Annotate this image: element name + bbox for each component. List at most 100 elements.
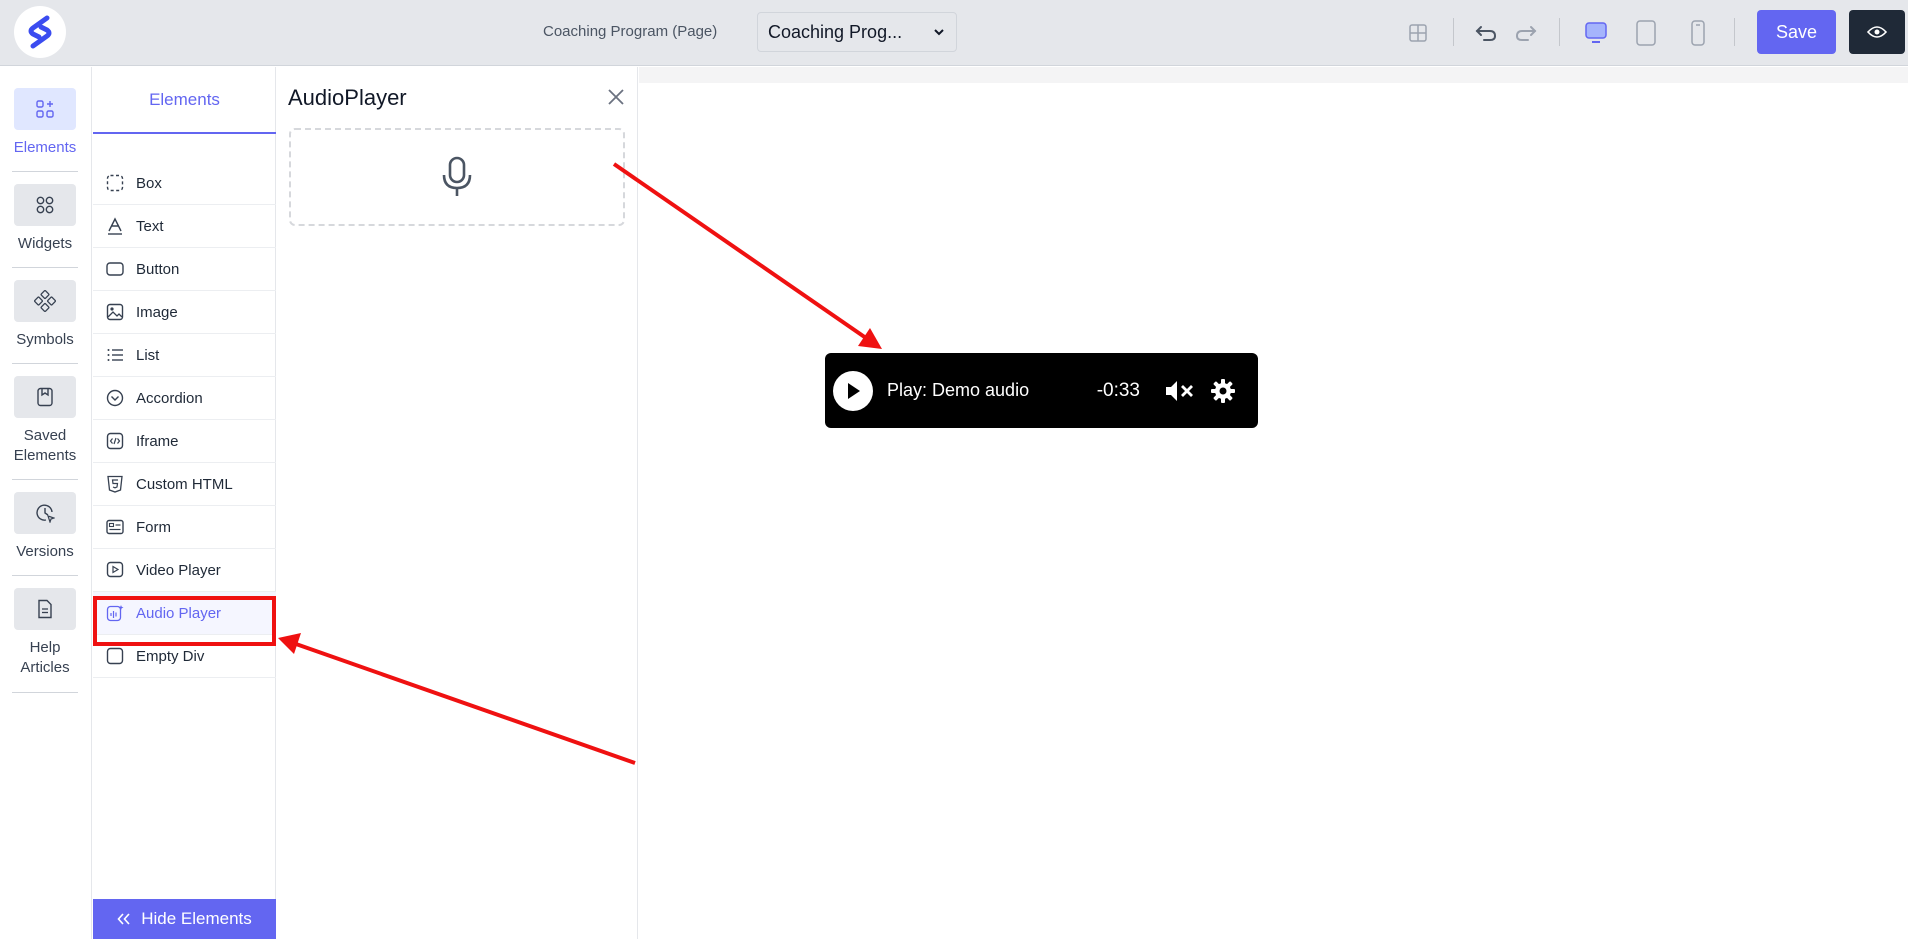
rail-divider xyxy=(12,171,78,172)
close-button[interactable] xyxy=(604,85,628,109)
element-item-image[interactable]: Image xyxy=(93,291,276,334)
element-item-text[interactable]: Text xyxy=(93,205,276,248)
page-name-label: Coaching Program (Page) xyxy=(543,23,718,40)
tab-elements[interactable]: Elements xyxy=(93,67,276,134)
rail-item-versions[interactable]: Versions xyxy=(12,492,78,562)
rail-item-label: Symbols xyxy=(16,331,74,348)
page-select[interactable]: Coaching Prog... xyxy=(757,12,957,52)
element-item-label: Video Player xyxy=(136,561,221,579)
grid-toggle-button[interactable] xyxy=(1402,17,1434,49)
rail-item-label: Help Articles xyxy=(20,639,70,676)
gear-icon xyxy=(1211,378,1235,403)
tablet-view-button[interactable] xyxy=(1630,17,1662,49)
text-icon xyxy=(108,217,122,235)
rail-item-label: Elements xyxy=(13,139,77,156)
audio-title: Play: Demo audio xyxy=(887,380,1030,400)
logo-icon xyxy=(28,15,52,49)
redo-button[interactable] xyxy=(1510,17,1542,49)
element-item-iframe[interactable]: Iframe xyxy=(93,420,276,463)
rail-item-help-articles[interactable]: Help Articles xyxy=(12,588,78,678)
rail-item-widgets[interactable]: Widgets xyxy=(12,184,78,254)
mute-button[interactable] xyxy=(1162,374,1196,408)
toolbar-divider xyxy=(1734,18,1735,46)
detail-title: AudioPlayer xyxy=(288,85,407,110)
button-icon xyxy=(106,262,124,276)
image-icon xyxy=(106,303,124,321)
mobile-view-button[interactable] xyxy=(1682,17,1714,49)
rail-divider xyxy=(12,267,78,268)
element-item-label: Image xyxy=(136,303,178,321)
element-item-button[interactable]: Button xyxy=(93,248,276,291)
element-item-custom-html[interactable]: Custom HTML xyxy=(93,463,276,506)
element-item-label: Empty Div xyxy=(136,647,205,665)
save-button[interactable]: Save xyxy=(1757,10,1836,54)
page-canvas[interactable]: Play: Demo audio -0:33 xyxy=(639,67,1908,939)
hide-elements-button[interactable]: Hide Elements xyxy=(93,899,276,939)
document-icon xyxy=(14,588,76,630)
top-bar: Coaching Program (Page) Coaching Prog... xyxy=(0,0,1908,66)
widgets-icon xyxy=(14,184,76,226)
mobile-icon xyxy=(1691,20,1705,46)
rail-divider xyxy=(12,692,78,693)
rail-divider xyxy=(12,363,78,364)
iframe-icon xyxy=(106,432,124,450)
rail-item-label: Versions xyxy=(16,543,74,560)
canvas-top-strip xyxy=(639,67,1908,83)
tablet-icon xyxy=(1636,20,1656,46)
undo-icon xyxy=(1475,26,1497,41)
redo-icon xyxy=(1515,26,1537,41)
box-icon xyxy=(106,174,124,192)
audio-icon xyxy=(106,605,124,622)
chevron-down-icon xyxy=(934,29,944,36)
form-icon xyxy=(106,519,124,535)
settings-button[interactable] xyxy=(1206,374,1240,408)
elements-panel: Elements Box Text Button Image List Acco… xyxy=(93,67,276,939)
element-item-label: Custom HTML xyxy=(136,475,233,493)
element-item-video-player[interactable]: Video Player xyxy=(93,549,276,592)
hide-elements-label: Hide Elements xyxy=(141,909,252,928)
element-item-label: Iframe xyxy=(136,432,179,450)
video-icon xyxy=(106,561,124,578)
rail-item-symbols[interactable]: Symbols xyxy=(12,280,78,350)
microphone-icon xyxy=(442,156,472,196)
element-detail-panel: AudioPlayer xyxy=(277,67,638,939)
rail-item-label: Saved Elements xyxy=(13,427,77,464)
double-chevron-left-icon xyxy=(117,913,130,925)
toolbar-divider xyxy=(1559,18,1560,46)
empty-div-icon xyxy=(106,647,124,665)
left-rail: Elements Widgets Symbols Saved Elements … xyxy=(0,67,92,939)
rail-divider xyxy=(12,575,78,576)
audio-time: -0:33 xyxy=(1096,379,1140,401)
element-item-list[interactable]: List xyxy=(93,334,276,377)
element-item-label: Accordion xyxy=(136,389,203,407)
volume-muted-icon xyxy=(1166,380,1193,401)
element-item-audio-player[interactable]: Audio Player xyxy=(93,592,276,635)
rail-item-elements[interactable]: Elements xyxy=(12,88,78,158)
desktop-icon xyxy=(1585,22,1607,43)
preview-button[interactable] xyxy=(1849,10,1905,54)
list-icon xyxy=(107,349,123,361)
elements-icon xyxy=(14,88,76,130)
play-icon xyxy=(848,382,860,399)
element-item-form[interactable]: Form xyxy=(93,506,276,549)
element-item-accordion[interactable]: Accordion xyxy=(93,377,276,420)
audio-player-card[interactable] xyxy=(289,128,625,226)
play-button[interactable] xyxy=(833,370,873,411)
element-item-empty-div[interactable]: Empty Div xyxy=(93,635,276,678)
element-item-box[interactable]: Box xyxy=(93,162,276,205)
app-logo[interactable] xyxy=(14,6,66,58)
desktop-view-button[interactable] xyxy=(1580,17,1612,49)
element-item-label: Audio Player xyxy=(136,604,222,622)
eye-icon xyxy=(1867,26,1887,38)
rail-item-label: Widgets xyxy=(17,235,73,252)
html5-icon xyxy=(107,475,123,493)
element-item-label: Text xyxy=(136,217,164,235)
element-item-label: Box xyxy=(136,174,162,192)
audio-player[interactable]: Play: Demo audio -0:33 xyxy=(825,353,1258,428)
element-item-label: Form xyxy=(136,518,171,536)
element-item-label: List xyxy=(136,346,160,364)
undo-button[interactable] xyxy=(1470,17,1502,49)
rail-item-saved-elements[interactable]: Saved Elements xyxy=(12,376,78,466)
rail-divider xyxy=(12,479,78,480)
bookmark-icon xyxy=(14,376,76,418)
